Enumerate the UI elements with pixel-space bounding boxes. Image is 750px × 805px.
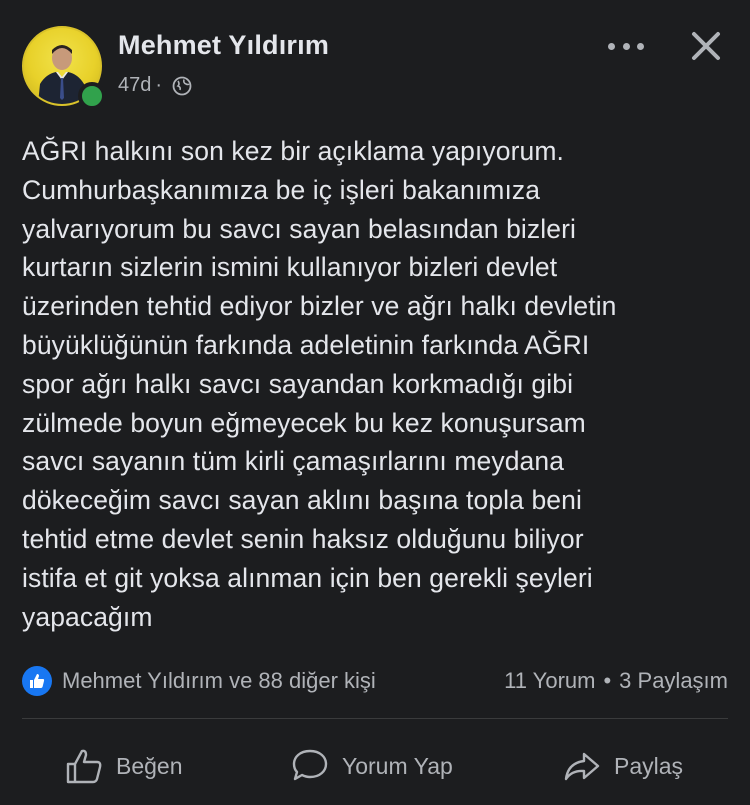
avatar[interactable] bbox=[22, 26, 106, 110]
post-body-text: AĞRI halkını son kez bir açıklama yapıyo… bbox=[22, 136, 617, 632]
like-icon[interactable] bbox=[22, 666, 52, 696]
meta-separator: · bbox=[155, 74, 163, 96]
post-meta: 47d · bbox=[118, 74, 192, 97]
comment-button[interactable]: Yorum Yap bbox=[290, 740, 453, 792]
divider bbox=[22, 718, 728, 719]
comment-button-label: Yorum Yap bbox=[342, 752, 453, 779]
like-button-label: Beğen bbox=[116, 752, 183, 779]
thumbs-up-icon bbox=[64, 746, 104, 786]
close-icon[interactable] bbox=[686, 26, 726, 66]
like-button[interactable]: Beğen bbox=[64, 740, 183, 792]
post-timestamp[interactable]: 47d bbox=[118, 74, 151, 97]
online-status-indicator bbox=[78, 82, 106, 110]
reactions-bar: Mehmet Yıldırım ve 88 diğer kişi 11 Yoru… bbox=[22, 664, 728, 696]
globe-icon bbox=[172, 76, 192, 96]
reaction-summary[interactable]: Mehmet Yıldırım ve 88 diğer kişi bbox=[62, 668, 376, 694]
post-author-name[interactable]: Mehmet Yıldırım bbox=[118, 30, 329, 61]
comment-bubble-icon bbox=[290, 746, 330, 786]
count-separator: • bbox=[603, 668, 612, 693]
post-card: Mehmet Yıldırım 47d · AĞRI halkını son k… bbox=[0, 0, 750, 805]
engagement-counts: 11 Yorum • 3 Paylaşım bbox=[504, 668, 728, 694]
share-button[interactable]: Paylaş bbox=[562, 740, 683, 792]
post-header: Mehmet Yıldırım 47d · bbox=[22, 26, 728, 110]
comment-count[interactable]: 11 Yorum bbox=[504, 668, 595, 694]
more-options-icon[interactable] bbox=[608, 34, 644, 58]
share-count[interactable]: 3 Paylaşım bbox=[619, 668, 728, 694]
action-bar: Beğen Yorum Yap Paylaş bbox=[0, 740, 750, 792]
share-button-label: Paylaş bbox=[614, 752, 684, 779]
share-arrow-icon bbox=[562, 746, 602, 786]
